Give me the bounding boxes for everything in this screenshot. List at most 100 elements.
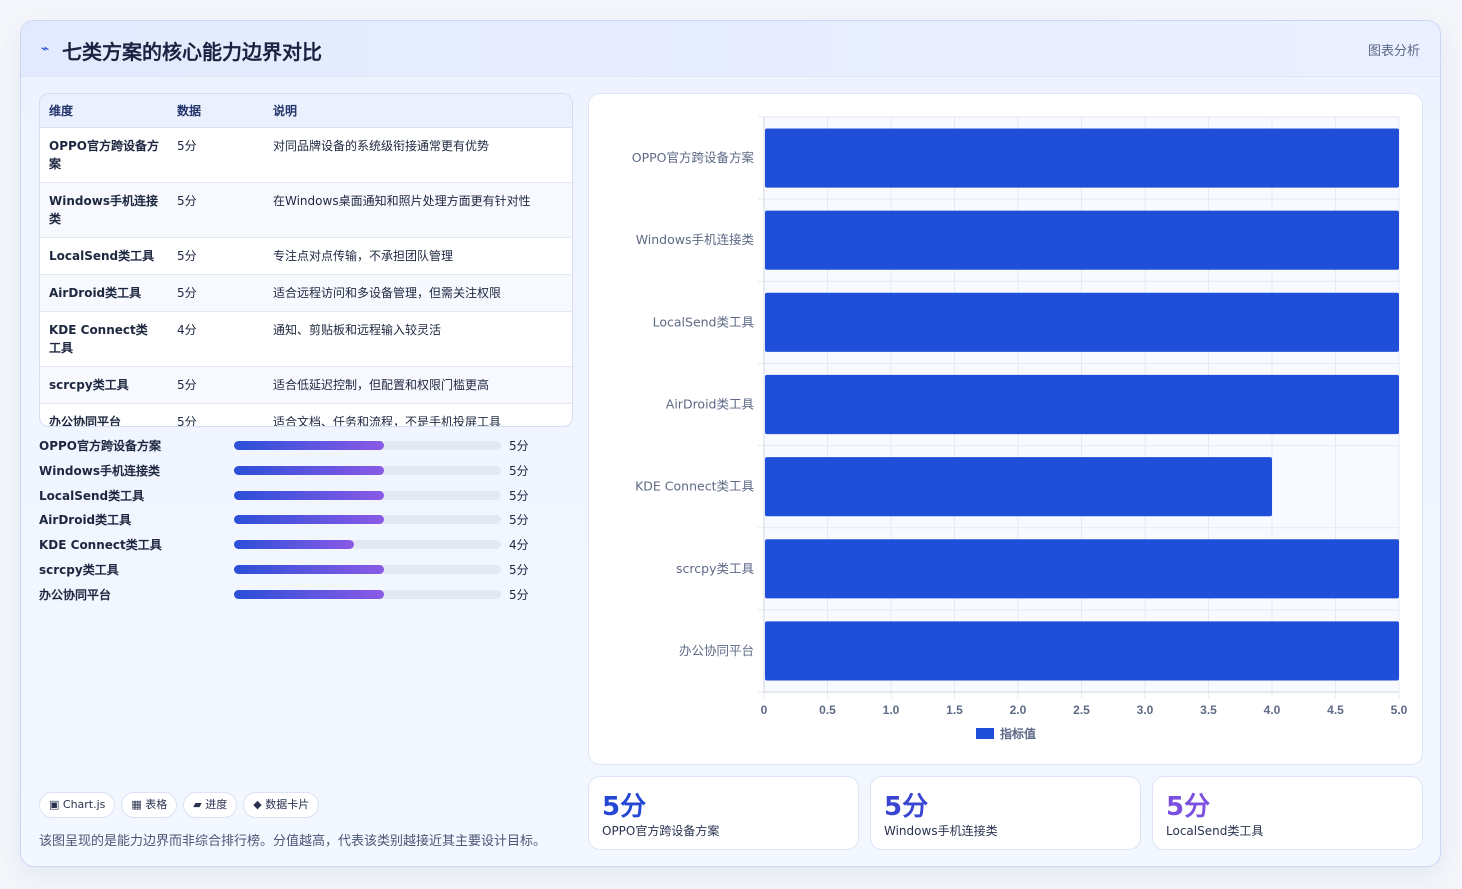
progress-fill — [234, 540, 354, 550]
progress-track — [234, 490, 501, 500]
progress-label: Windows手机连接类 — [39, 463, 160, 478]
row-dimension: 办公协同平台 — [49, 414, 122, 427]
row-note: 通知、剪贴板和远程输入较灵活 — [264, 311, 572, 367]
progress-value: 5分 — [509, 488, 529, 503]
progress-value: 5分 — [509, 513, 529, 528]
progress-row: Windows手机连接类 5分 — [39, 463, 559, 488]
table-row: LocalSend类工具 5分 专注点对点传输，不承担团队管理 — [40, 237, 572, 275]
stat-value: 5分 — [1166, 792, 1211, 822]
row-dimension: OPPO官方跨设备方案 — [40, 127, 168, 183]
bar-chart-panel: 0 0.5 1.0 1.5 2.0 2.5 3.0 3.5 4.0 4.5 5.0 OPPO官方跨设备… — [588, 93, 1423, 765]
table-header-data: 数据 — [168, 94, 264, 128]
progress-row: OPPO官方跨设备方案 5分 — [39, 438, 559, 463]
progress-list: OPPO官方跨设备方案 5分 Windows手机连接类 5分 LocalSend类工具 5… — [39, 438, 559, 612]
y-tick-label: LocalSend类工具 — [653, 314, 755, 329]
chip-data-cards[interactable]: ◆ 数据卡片 — [243, 792, 320, 818]
row-note: 适合低延迟控制，但配置和权限门槛更高 — [264, 366, 572, 404]
progress-track — [234, 540, 501, 550]
progress-track — [234, 564, 501, 574]
legend-label: 指标值 — [1000, 726, 1036, 741]
stat-value: 5分 — [884, 792, 929, 822]
bar — [765, 621, 1399, 681]
y-tick-label: OPPO官方跨设备方案 — [632, 150, 755, 165]
x-tick-label: 0.5 — [819, 703, 836, 717]
progress-track — [234, 515, 501, 525]
chip-table[interactable]: ▦ 表格 — [121, 792, 178, 818]
progress-value: 5分 — [509, 562, 529, 577]
legend-swatch — [976, 728, 994, 739]
wave-icon: ⌁ — [41, 40, 50, 56]
dashboard-card: ⌁ 七类方案的核心能力边界对比 图表分析 维度 数据 说明 OPPO官方跨设备方… — [20, 20, 1441, 867]
table-row: 办公协同平台 5分 适合文档、任务和流程，不是手机投屏工具 — [40, 403, 572, 427]
chip-bar: ▣ Chart.js ▦ 表格 ▰ 进度 ◆ 数据卡片 — [39, 792, 325, 818]
table-row: scrcpy类工具 5分 适合低延迟控制，但配置和权限门槛更高 — [40, 366, 572, 404]
progress-fill — [234, 465, 384, 475]
chip-progress[interactable]: ▰ 进度 — [183, 792, 238, 818]
table-row: OPPO官方跨设备方案 5分 对同品牌设备的系统级衔接通常更有优势 — [40, 127, 572, 183]
progress-track — [234, 465, 501, 475]
y-tick-label: KDE Connect类工具 — [635, 479, 754, 494]
x-tick-label: 1.0 — [883, 703, 900, 717]
stat-card: 5分 Windows手机连接类 — [870, 776, 1141, 850]
y-tick-label: Windows手机连接类 — [636, 232, 755, 247]
bar — [765, 210, 1399, 270]
card-header: ⌁ 七类方案的核心能力边界对比 图表分析 — [21, 21, 1440, 77]
bar-chart: 0 0.5 1.0 1.5 2.0 2.5 3.0 3.5 4.0 4.5 5.0 OPPO官方跨设备… — [632, 116, 1408, 741]
y-tick-label: AirDroid类工具 — [666, 397, 755, 412]
row-value: 5分 — [168, 366, 264, 404]
progress-row: LocalSend类工具 5分 — [39, 488, 559, 513]
x-tick-label: 2.0 — [1010, 703, 1027, 717]
progress-row: 办公协同平台 5分 — [39, 587, 559, 612]
chart-analysis-label: 图表分析 — [1367, 44, 1420, 59]
row-value: 5分 — [168, 237, 264, 275]
row-dimension: AirDroid类工具 — [40, 274, 168, 312]
row-value: 5分 — [168, 182, 264, 238]
row-note: 适合文档、任务和流程，不是手机投屏工具 — [273, 414, 502, 427]
table-row: AirDroid类工具 5分 适合远程访问和多设备管理，但需关注权限 — [40, 274, 572, 312]
stat-label: LocalSend类工具 — [1166, 824, 1264, 838]
x-tick-label: 5.0 — [1391, 703, 1408, 717]
comparison-table: 维度 数据 说明 OPPO官方跨设备方案 5分 对同品牌设备的系统级衔接通常更有… — [39, 93, 573, 427]
progress-fill — [234, 490, 384, 500]
x-tick-label: 1.5 — [946, 703, 963, 717]
progress-label: OPPO官方跨设备方案 — [39, 439, 161, 453]
row-note: 专注点对点传输，不承担团队管理 — [264, 237, 572, 275]
row-note: 对同品牌设备的系统级衔接通常更有优势 — [264, 127, 572, 183]
bar — [765, 539, 1399, 599]
table-header-note: 说明 — [264, 94, 572, 128]
progress-value: 5分 — [509, 463, 529, 478]
progress-label: scrcpy类工具 — [39, 562, 119, 577]
progress-label: AirDroid类工具 — [39, 513, 132, 528]
progress-fill — [234, 441, 384, 450]
chip-chartjs[interactable]: ▣ Chart.js — [39, 792, 116, 818]
x-tick-label: 4.5 — [1327, 703, 1344, 717]
progress-track — [234, 589, 501, 599]
stat-card: 5分 OPPO官方跨设备方案 — [588, 776, 859, 850]
progress-row: scrcpy类工具 5分 — [39, 562, 559, 587]
table-row: Windows手机连接类 5分 在Windows桌面通知和照片处理方面更有针对性 — [40, 182, 572, 238]
row-value: 4分 — [168, 311, 264, 367]
progress-track — [234, 441, 501, 450]
row-dimension: Windows手机连接类 — [40, 182, 168, 238]
page-title: 七类方案的核心能力边界对比 — [62, 40, 322, 64]
x-tick-label: 3.5 — [1200, 703, 1217, 717]
stat-value: 5分 — [602, 792, 647, 822]
x-tick-label: 0 — [761, 703, 768, 717]
progress-value: 5分 — [509, 587, 529, 602]
progress-label: 办公协同平台 — [39, 587, 112, 602]
stat-card: 5分 LocalSend类工具 — [1152, 776, 1423, 850]
table-row: KDE Connect类工具 4分 通知、剪贴板和远程输入较灵活 — [40, 311, 572, 367]
bar — [765, 128, 1399, 188]
row-note: 适合远程访问和多设备管理，但需关注权限 — [264, 274, 572, 312]
x-tick-label: 2.5 — [1073, 703, 1090, 717]
table-header-dimension: 维度 — [40, 94, 168, 128]
bar — [765, 292, 1399, 352]
stat-label: Windows手机连接类 — [884, 824, 998, 838]
y-tick-label: scrcpy类工具 — [676, 561, 754, 576]
x-tick-label: 4.0 — [1264, 703, 1281, 717]
progress-row: KDE Connect类工具 4分 — [39, 537, 559, 562]
progress-value: 4分 — [509, 538, 529, 553]
progress-fill — [234, 589, 384, 599]
bar — [765, 457, 1272, 517]
progress-row: AirDroid类工具 5分 — [39, 512, 559, 537]
